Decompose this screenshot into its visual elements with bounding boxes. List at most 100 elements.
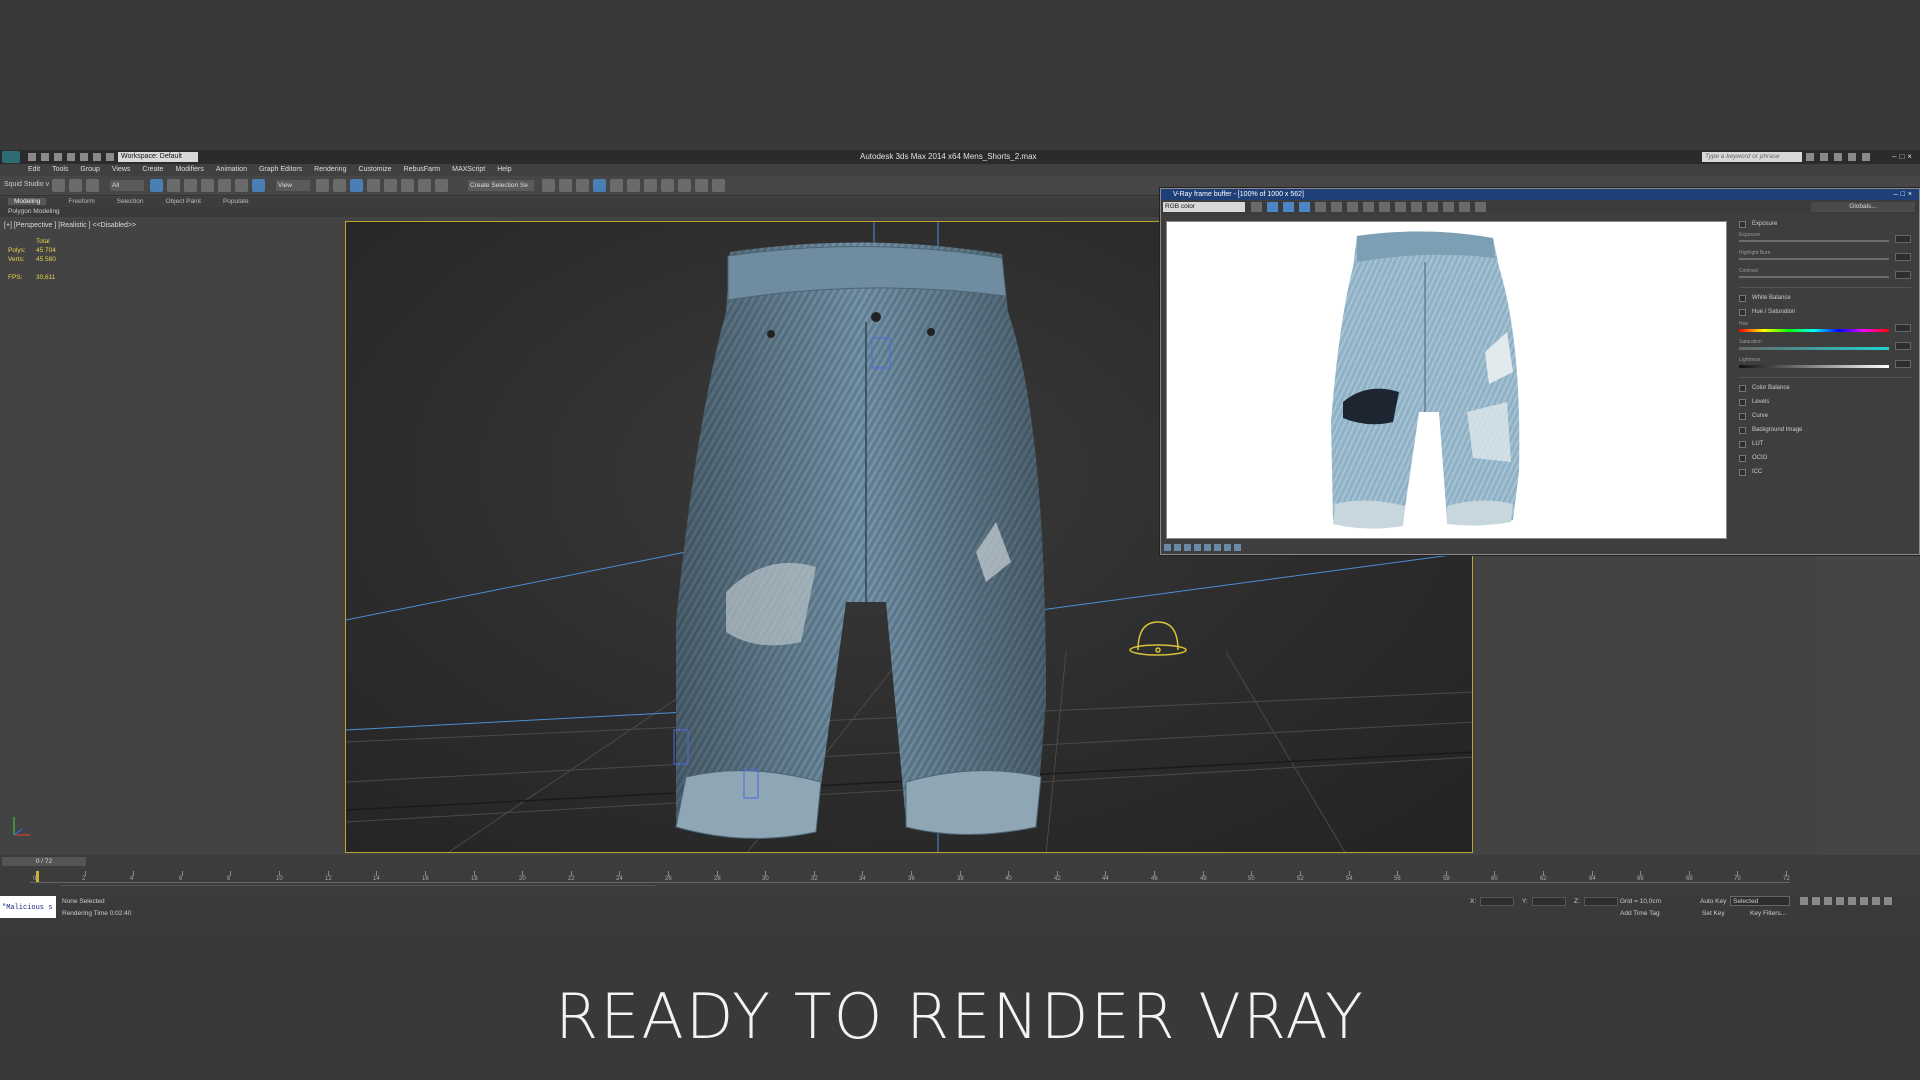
tab-modeling[interactable]: Modeling (8, 198, 47, 205)
polygon-modeling-panel[interactable]: Polygon Modeling (8, 208, 60, 215)
render-production-icon[interactable] (695, 179, 708, 192)
app-logo-icon[interactable] (2, 151, 20, 163)
favorites-star-icon[interactable] (1848, 153, 1856, 161)
y-coordinate-field[interactable] (1532, 897, 1566, 906)
select-object-icon[interactable] (150, 179, 163, 192)
open-file-icon[interactable] (41, 153, 49, 161)
tab-selection[interactable]: Selection (117, 198, 144, 205)
track-bar-ruler[interactable]: 0 2 4 6 8 10 12 14 16 18 20 22 24 26 28 30 32 34 36 38 40 42 4… (30, 871, 1790, 883)
menu-edit[interactable]: Edit (28, 166, 40, 173)
redo-icon[interactable] (80, 153, 88, 161)
select-manipulate-icon[interactable] (333, 179, 346, 192)
subscription-icon[interactable] (1820, 153, 1828, 161)
hue-slider[interactable] (1739, 329, 1889, 332)
highlight-burn-value[interactable] (1895, 253, 1911, 261)
pivot-center-icon[interactable] (316, 179, 329, 192)
vfb-render-icon[interactable] (1475, 202, 1486, 212)
angle-snap-icon[interactable] (384, 179, 397, 192)
set-key-button[interactable]: Set Key (1702, 910, 1725, 917)
vfb-region-icon[interactable] (1411, 202, 1422, 212)
menu-help[interactable]: Help (497, 166, 511, 173)
color-balance-checkbox[interactable] (1739, 384, 1746, 392)
maxscript-listener[interactable]: "Malicious s (0, 896, 56, 918)
vfb-zoom-icon[interactable] (1224, 544, 1231, 551)
saturation-slider[interactable] (1739, 347, 1889, 350)
window-crossing-icon[interactable] (201, 179, 214, 192)
hue-value[interactable] (1895, 324, 1911, 332)
new-file-icon[interactable] (28, 153, 36, 161)
curve-checkbox[interactable] (1739, 412, 1746, 420)
named-selection-dropdown[interactable]: Create Selection Se (468, 180, 534, 191)
menu-maxscript[interactable]: MAXScript (452, 166, 485, 173)
menu-modifiers[interactable]: Modifiers (175, 166, 203, 173)
search-icon[interactable] (1806, 153, 1814, 161)
undo-icon[interactable] (67, 153, 75, 161)
viewport-label[interactable]: [+] [Perspective ] [Realistic ] <<Disabl… (4, 222, 136, 229)
studio-menu[interactable]: Squid Studio v (4, 181, 49, 188)
previous-frame-icon[interactable] (1812, 897, 1820, 905)
ocio-checkbox[interactable] (1739, 454, 1746, 462)
menu-create[interactable]: Create (142, 166, 163, 173)
lightness-value[interactable] (1895, 360, 1911, 368)
edit-named-selection-icon[interactable] (435, 179, 448, 192)
render-setup-icon[interactable] (661, 179, 674, 192)
auto-key-button[interactable]: Auto Key (1700, 898, 1726, 905)
reference-coordinate-dropdown[interactable]: View (276, 180, 310, 191)
exposure-value[interactable] (1895, 235, 1911, 243)
white-balance-checkbox[interactable] (1739, 294, 1746, 302)
menu-rendering[interactable]: Rendering (314, 166, 346, 173)
go-to-end-icon[interactable] (1848, 897, 1856, 905)
snaps-toggle-icon[interactable] (367, 179, 380, 192)
key-mode-dropdown[interactable]: Selected (1730, 896, 1790, 906)
vfb-lut-icon[interactable] (1184, 544, 1191, 551)
mirror-icon[interactable] (542, 179, 555, 192)
rendered-frame-window-icon[interactable] (678, 179, 691, 192)
menu-customize[interactable]: Customize (358, 166, 391, 173)
highlight-burn-slider[interactable] (1739, 258, 1889, 260)
vfb-alpha-icon[interactable] (1315, 202, 1326, 212)
vfb-mono-icon[interactable] (1331, 202, 1342, 212)
exposure-slider[interactable] (1739, 240, 1889, 242)
spinner-snap-icon[interactable] (418, 179, 431, 192)
go-to-start-icon[interactable] (1800, 897, 1808, 905)
material-editor-icon[interactable] (644, 179, 657, 192)
light-gizmo-icon[interactable] (1129, 621, 1187, 656)
schematic-view-icon[interactable] (627, 179, 640, 192)
rectangular-selection-icon[interactable] (184, 179, 197, 192)
tab-populate[interactable]: Populate (223, 198, 249, 205)
maximize-viewport-icon[interactable] (1884, 897, 1892, 905)
vfb-channel-dropdown[interactable]: RGB color (1163, 202, 1245, 212)
vfb-save-icon[interactable] (1251, 202, 1262, 212)
help-icon[interactable] (1862, 153, 1870, 161)
menu-group[interactable]: Group (80, 166, 99, 173)
menu-tools[interactable]: Tools (52, 166, 68, 173)
menu-animation[interactable]: Animation (216, 166, 247, 173)
icc-checkbox[interactable] (1739, 468, 1746, 476)
zoom-icon[interactable] (1860, 897, 1868, 905)
background-image-checkbox[interactable] (1739, 426, 1746, 434)
key-filters-button[interactable]: Key Filters... (1750, 910, 1786, 917)
vfb-track-mouse-icon[interactable] (1395, 202, 1406, 212)
vfb-icc-icon[interactable] (1204, 544, 1211, 551)
orbit-icon[interactable] (1872, 897, 1880, 905)
hue-saturation-checkbox[interactable] (1739, 308, 1746, 316)
vfb-globals-button[interactable]: Globals... (1811, 202, 1915, 212)
menu-graph-editors[interactable]: Graph Editors (259, 166, 302, 173)
project-folder-icon[interactable] (93, 153, 101, 161)
next-frame-icon[interactable] (1836, 897, 1844, 905)
graphite-tools-icon[interactable] (593, 179, 606, 192)
teapot-render-icon[interactable] (712, 179, 725, 192)
exposure-checkbox[interactable] (1739, 220, 1746, 228)
unlink-icon[interactable] (69, 179, 82, 192)
current-frame-marker[interactable] (36, 871, 39, 882)
tab-freeform[interactable]: Freeform (68, 198, 94, 205)
rotate-icon[interactable] (235, 179, 248, 192)
vfb-green-channel-icon[interactable] (1283, 202, 1294, 212)
communication-center-icon[interactable] (1834, 153, 1842, 161)
play-icon[interactable] (1824, 897, 1832, 905)
vfb-history-icon[interactable] (1443, 202, 1454, 212)
window-controls[interactable]: –□× (1892, 152, 1915, 161)
tab-object-paint[interactable]: Object Paint (166, 198, 201, 205)
time-slider[interactable]: 0 / 72 (2, 857, 86, 866)
vfb-stop-icon[interactable] (1379, 202, 1390, 212)
